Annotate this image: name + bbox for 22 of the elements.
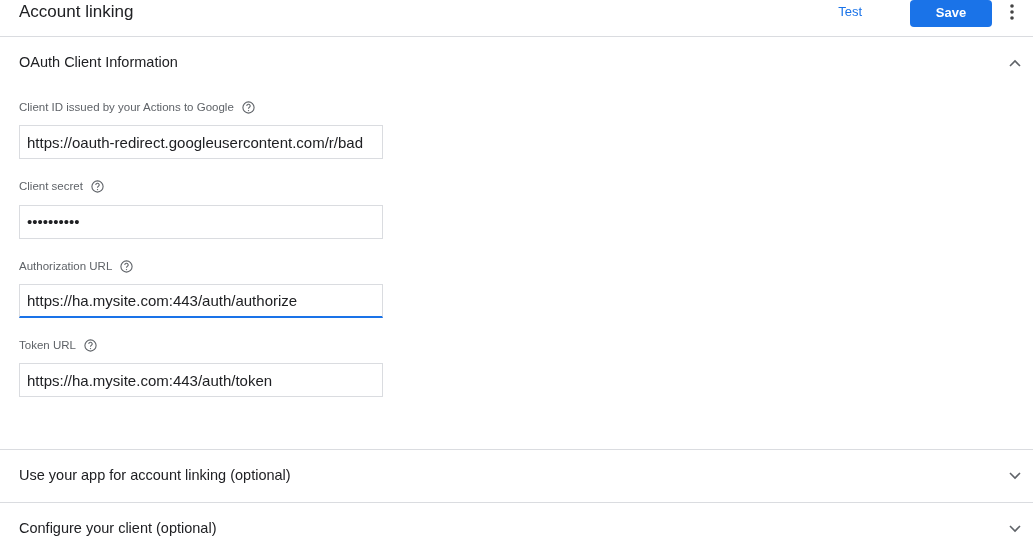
section-title: Use your app for account linking (optional) [19,466,291,486]
help-icon[interactable] [83,338,97,352]
field-label: Client ID issued by your Actions to Google [19,100,234,115]
expand-chevron-icon[interactable] [1009,525,1021,533]
field-label: Authorization URL [19,258,113,274]
help-icon[interactable] [120,259,134,273]
expand-chevron-icon[interactable] [1009,472,1021,480]
field-label: Token URL [19,337,76,353]
section-title: OAuth Client Information [19,53,178,73]
help-icon[interactable] [241,101,255,115]
page-title: Account linking [19,1,134,24]
input-field[interactable]: https://ha.mysite.com:443/auth/authorize [19,283,383,318]
section-title: Configure your client (optional) [19,519,217,539]
input-field[interactable]: https://oauth-redirect.googleusercontent.com/r/bad [19,125,383,160]
collapse-chevron-icon[interactable] [1009,59,1021,67]
input-field[interactable]: https://ha.mysite.com:443/auth/token [19,363,383,397]
save-button[interactable]: Save [910,0,992,27]
field-label: Client secret [19,179,83,195]
help-icon[interactable] [90,180,104,194]
more-options-icon[interactable] [1010,4,1014,20]
input-field[interactable]: •••••••••• [19,204,383,239]
test-link[interactable]: Test [838,2,862,22]
